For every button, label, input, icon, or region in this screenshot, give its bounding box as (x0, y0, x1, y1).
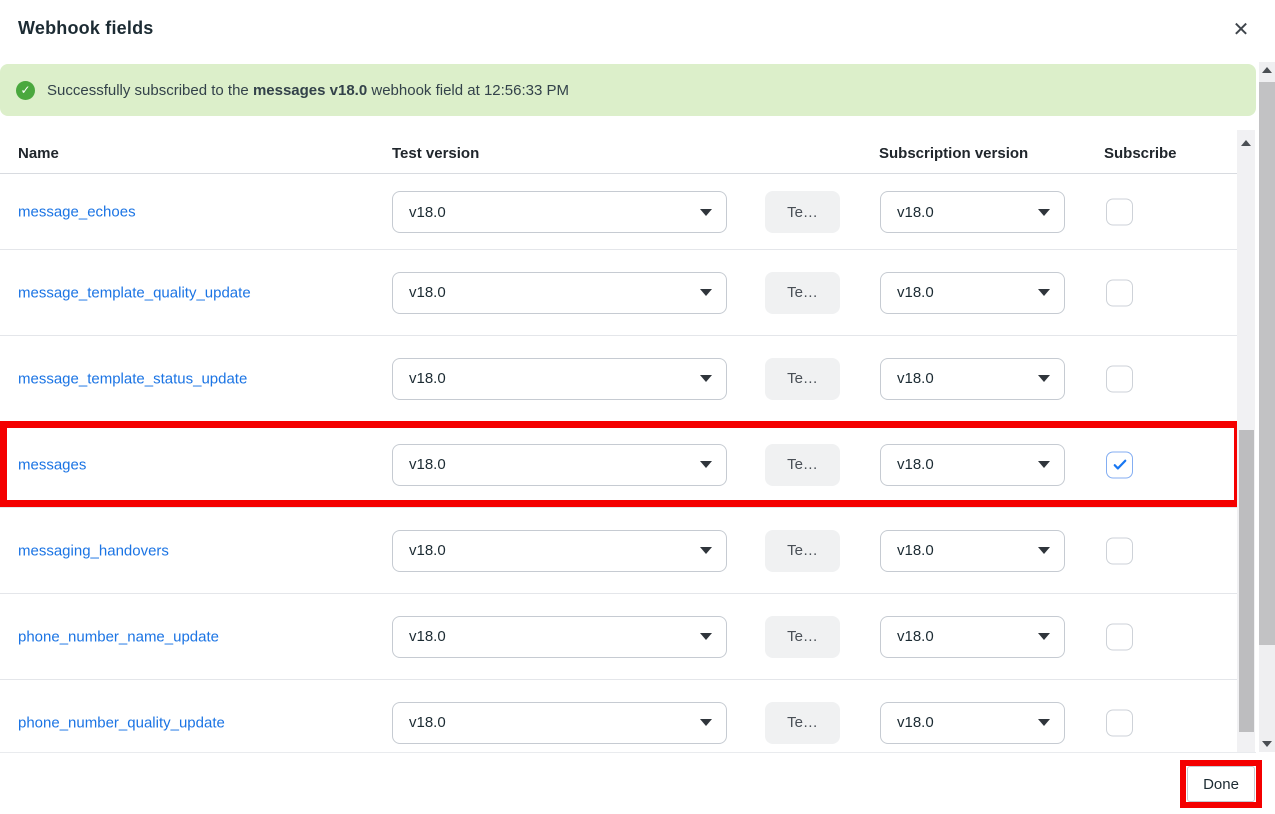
table-row: message_template_quality_update v18.0 Te… (0, 250, 1237, 336)
subscribe-checkbox[interactable] (1106, 199, 1133, 226)
chevron-down-icon (1038, 375, 1050, 382)
webhook-name-link[interactable]: message_template_status_update (18, 370, 247, 387)
chevron-down-icon (700, 719, 712, 726)
close-button[interactable]: ✕ (1226, 14, 1256, 44)
test-version-value: v18.0 (409, 628, 446, 645)
subscription-version-value: v18.0 (897, 456, 934, 473)
chevron-down-icon (700, 375, 712, 382)
chevron-down-icon (700, 633, 712, 640)
subscribe-checkbox[interactable] (1106, 623, 1133, 650)
table-row: message_echoes v18.0 Te… v18.0 (0, 175, 1237, 250)
scroll-up-icon[interactable] (1262, 67, 1272, 73)
chevron-down-icon (1038, 209, 1050, 216)
test-button[interactable]: Te… (765, 444, 840, 486)
checkmark-icon (1111, 456, 1129, 474)
test-version-value: v18.0 (409, 456, 446, 473)
subscription-version-select[interactable]: v18.0 (880, 616, 1065, 658)
modal-scrollbar-thumb[interactable] (1259, 82, 1275, 645)
subscription-version-select[interactable]: v18.0 (880, 530, 1065, 572)
column-header-subscription-version: Subscription version (879, 145, 1028, 162)
test-version-value: v18.0 (409, 284, 446, 301)
webhook-name-link[interactable]: message_echoes (18, 204, 136, 221)
table-row: messaging_handovers v18.0 Te… v18.0 (0, 508, 1237, 594)
chevron-down-icon (700, 461, 712, 468)
modal-scrollbar[interactable] (1259, 62, 1275, 752)
table-scrollbar-thumb[interactable] (1239, 430, 1254, 732)
test-version-select[interactable]: v18.0 (392, 444, 727, 486)
success-banner-text: Successfully subscribed to the messages … (47, 82, 569, 99)
test-version-select[interactable]: v18.0 (392, 530, 727, 572)
table-row: phone_number_quality_update v18.0 Te… v1… (0, 680, 1237, 752)
test-button[interactable]: Te… (765, 272, 840, 314)
chevron-down-icon (700, 547, 712, 554)
chevron-down-icon (700, 289, 712, 296)
test-version-select[interactable]: v18.0 (392, 191, 727, 233)
dialog-title: Webhook fields (18, 18, 153, 39)
column-header-subscribe: Subscribe (1104, 145, 1177, 162)
scroll-up-icon[interactable] (1241, 140, 1251, 146)
subscribe-checkbox[interactable] (1106, 451, 1133, 478)
table-row: message_template_status_update v18.0 Te…… (0, 336, 1237, 422)
success-check-icon: ✓ (16, 81, 35, 100)
subscription-version-select[interactable]: v18.0 (880, 191, 1065, 233)
test-version-select[interactable]: v18.0 (392, 272, 727, 314)
test-version-select[interactable]: v18.0 (392, 702, 727, 744)
test-version-value: v18.0 (409, 542, 446, 559)
subscribe-checkbox[interactable] (1106, 279, 1133, 306)
subscribe-checkbox[interactable] (1106, 537, 1133, 564)
footer-divider (0, 752, 1256, 753)
test-button[interactable]: Te… (765, 530, 840, 572)
chevron-down-icon (1038, 461, 1050, 468)
test-button[interactable]: Te… (765, 358, 840, 400)
scroll-down-icon[interactable] (1262, 741, 1272, 747)
close-icon: ✕ (1233, 17, 1250, 42)
column-header-test-version: Test version (392, 145, 479, 162)
subscription-version-value: v18.0 (897, 714, 934, 731)
webhook-name-link[interactable]: phone_number_name_update (18, 628, 219, 645)
chevron-down-icon (1038, 633, 1050, 640)
test-version-select[interactable]: v18.0 (392, 616, 727, 658)
table-rows: message_echoes v18.0 Te… v18.0 message_t… (0, 175, 1237, 752)
webhook-name-link[interactable]: messages (18, 456, 86, 473)
test-button[interactable]: Te… (765, 191, 840, 233)
subscribe-checkbox[interactable] (1106, 709, 1133, 736)
success-banner-highlight: messages v18.0 (253, 82, 367, 99)
webhook-fields-dialog: Webhook fields ✕ ✓ Successfully subscrib… (0, 0, 1275, 814)
table-header: Name Test version Subscription version S… (0, 131, 1237, 174)
subscription-version-select[interactable]: v18.0 (880, 272, 1065, 314)
webhook-name-link[interactable]: messaging_handovers (18, 542, 169, 559)
test-version-select[interactable]: v18.0 (392, 358, 727, 400)
subscription-version-value: v18.0 (897, 370, 934, 387)
success-banner: ✓ Successfully subscribed to the message… (0, 64, 1256, 116)
test-version-value: v18.0 (409, 714, 446, 731)
test-version-value: v18.0 (409, 204, 446, 221)
subscribe-checkbox[interactable] (1106, 365, 1133, 392)
done-button[interactable]: Done (1187, 766, 1255, 802)
webhook-name-link[interactable]: message_template_quality_update (18, 284, 251, 301)
webhook-name-link[interactable]: phone_number_quality_update (18, 714, 225, 731)
subscription-version-value: v18.0 (897, 284, 934, 301)
subscription-version-select[interactable]: v18.0 (880, 358, 1065, 400)
test-button[interactable]: Te… (765, 616, 840, 658)
chevron-down-icon (1038, 719, 1050, 726)
column-header-name: Name (18, 145, 59, 162)
chevron-down-icon (1038, 289, 1050, 296)
chevron-down-icon (1038, 547, 1050, 554)
table-row: phone_number_name_update v18.0 Te… v18.0 (0, 594, 1237, 680)
subscription-version-value: v18.0 (897, 542, 934, 559)
test-version-value: v18.0 (409, 370, 446, 387)
subscription-version-value: v18.0 (897, 204, 934, 221)
table-row: messages v18.0 Te… v18.0 (0, 422, 1237, 508)
chevron-down-icon (700, 209, 712, 216)
subscription-version-select[interactable]: v18.0 (880, 444, 1065, 486)
subscription-version-select[interactable]: v18.0 (880, 702, 1065, 744)
subscription-version-value: v18.0 (897, 628, 934, 645)
table-scrollbar[interactable] (1237, 130, 1255, 752)
test-button[interactable]: Te… (765, 702, 840, 744)
